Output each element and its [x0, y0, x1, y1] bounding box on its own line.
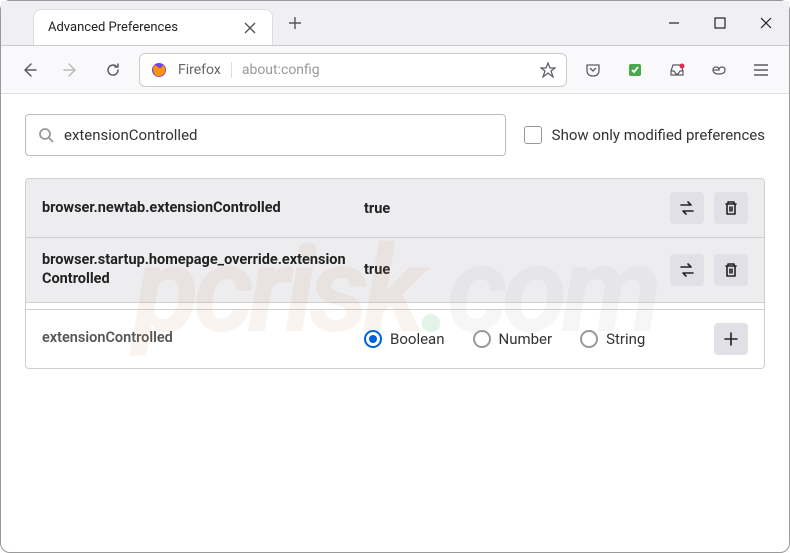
bookmark-star-icon[interactable]: [540, 62, 556, 78]
reload-button[interactable]: [97, 54, 129, 86]
checkbox-label-text: Show only modified preferences: [552, 126, 765, 144]
type-number-radio[interactable]: Number: [473, 330, 553, 348]
pref-actions: [670, 192, 748, 224]
close-window-button[interactable]: [743, 1, 789, 45]
maximize-button[interactable]: [697, 1, 743, 45]
toggle-button[interactable]: [670, 192, 704, 224]
window-controls: [651, 1, 789, 45]
search-input[interactable]: [64, 126, 493, 144]
extension-icon[interactable]: [619, 54, 651, 86]
close-tab-icon[interactable]: [242, 20, 258, 36]
identity-label: Firefox: [178, 62, 232, 78]
pocket-icon[interactable]: [577, 54, 609, 86]
search-icon: [38, 127, 54, 143]
radio-icon: [580, 330, 598, 348]
add-button[interactable]: [714, 323, 748, 355]
radio-icon: [473, 330, 491, 348]
address-bar[interactable]: Firefox about:config: [139, 53, 567, 87]
pref-name: extensionControlled: [42, 329, 352, 348]
checkbox-icon: [524, 126, 542, 144]
pref-name: browser.newtab.extensionControlled: [42, 199, 352, 218]
browser-tab[interactable]: Advanced Preferences: [33, 9, 273, 45]
hamburger-menu-icon[interactable]: [745, 54, 777, 86]
type-string-radio[interactable]: String: [580, 330, 645, 348]
tab-title: Advanced Preferences: [48, 20, 230, 35]
search-row: Show only modified preferences: [25, 114, 765, 156]
new-tab-button[interactable]: [281, 9, 309, 37]
new-pref-row: extensionControlled Boolean Number Strin…: [26, 309, 764, 368]
url-text: about:config: [242, 62, 530, 78]
type-boolean-radio[interactable]: Boolean: [364, 330, 445, 348]
show-modified-checkbox[interactable]: Show only modified preferences: [524, 126, 765, 144]
radio-checked-icon: [364, 330, 382, 348]
pref-row: browser.newtab.extensionControlled true: [26, 179, 764, 238]
type-radio-group: Boolean Number String: [364, 330, 645, 348]
radio-label: String: [606, 330, 645, 348]
toggle-button[interactable]: [670, 254, 704, 286]
delete-button[interactable]: [714, 254, 748, 286]
content-area: Show only modified preferences browser.n…: [1, 94, 789, 389]
privacy-icon[interactable]: [703, 54, 735, 86]
search-box[interactable]: [25, 114, 506, 156]
radio-label: Number: [499, 330, 553, 348]
forward-button[interactable]: [55, 54, 87, 86]
radio-label: Boolean: [390, 330, 445, 348]
browser-toolbar: Firefox about:config: [1, 46, 789, 94]
window-titlebar: Advanced Preferences: [1, 1, 789, 46]
delete-button[interactable]: [714, 192, 748, 224]
pref-actions: [670, 254, 748, 286]
minimize-button[interactable]: [651, 1, 697, 45]
back-button[interactable]: [13, 54, 45, 86]
preferences-table: browser.newtab.extensionControlled true …: [25, 178, 765, 369]
pref-actions: [714, 323, 748, 355]
firefox-icon: [150, 61, 168, 79]
inbox-icon[interactable]: [661, 54, 693, 86]
pref-row: browser.startup.homepage_override.extens…: [26, 238, 764, 303]
pref-value: true: [364, 261, 658, 278]
pref-name: browser.startup.homepage_override.extens…: [42, 251, 352, 289]
pref-value: true: [364, 200, 658, 217]
